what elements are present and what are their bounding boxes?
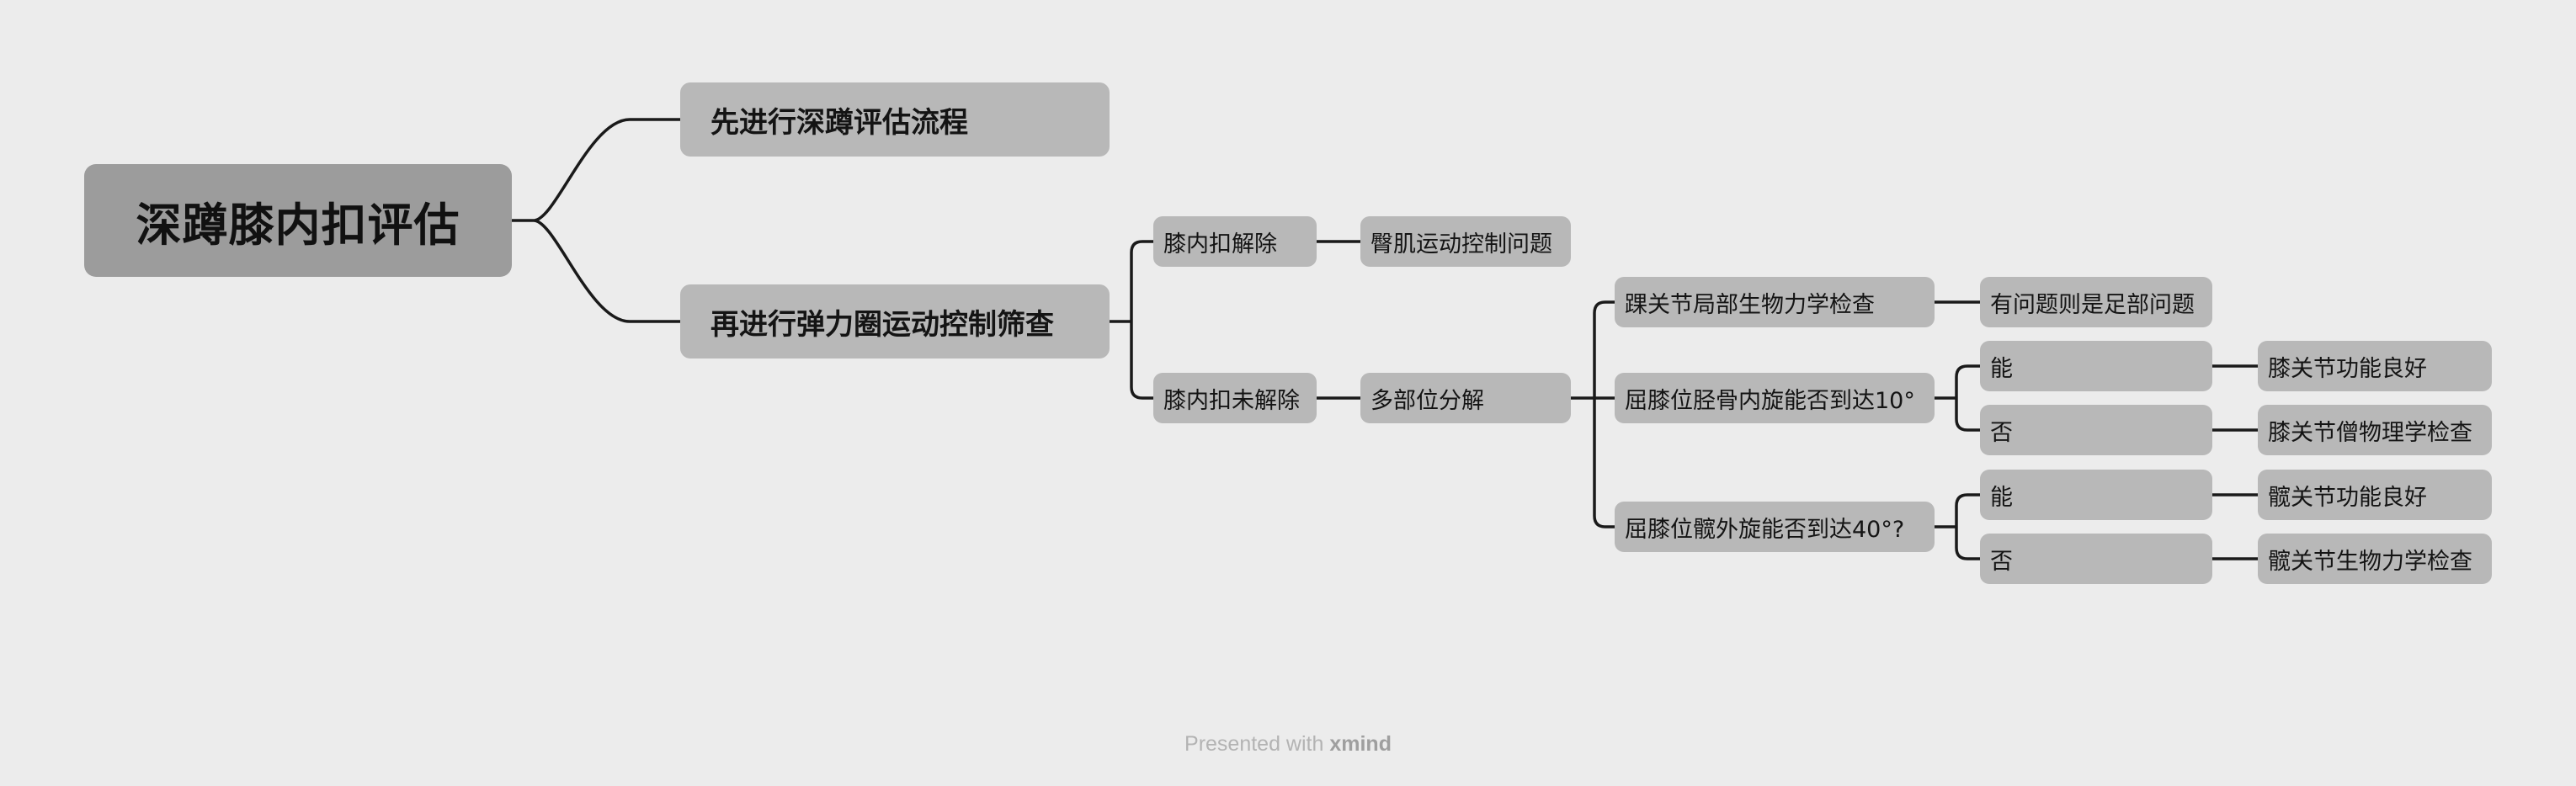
node-ankle-biomech-check[interactable]: 踝关节局部生物力学检查	[1615, 277, 1935, 327]
node-knee-biomech-check[interactable]: 膝关节僧物理学检查	[2258, 405, 2492, 455]
mindmap-canvas: 深蹲膝内扣评估 先进行深蹲评估流程 再进行弹力圈运动控制筛查 膝内扣解除 臀肌运…	[0, 0, 2576, 786]
connector-hip	[1933, 493, 1982, 560]
connector-tibial	[1933, 364, 1982, 432]
footer-prefix: Presented with	[1184, 732, 1324, 756]
node-knee-in-unresolved[interactable]: 膝内扣未解除	[1153, 373, 1317, 423]
connector-outcomes	[2211, 364, 2259, 560]
node-tibial-yes[interactable]: 能	[1980, 341, 2212, 391]
node-hip-function-good[interactable]: 髋关节功能良好	[2258, 470, 2492, 520]
node-knee-function-good[interactable]: 膝关节功能良好	[2258, 341, 2492, 391]
node-foot-problem[interactable]: 有问题则是足部问题	[1980, 277, 2212, 327]
node-tibial-rotation-question[interactable]: 屈膝位胫骨内旋能否到达10°	[1615, 373, 1935, 423]
node-hip-biomech-check[interactable]: 髋关节生物力学检查	[2258, 534, 2492, 584]
node-hip-no[interactable]: 否	[1980, 534, 2212, 584]
node-hip-rotation-question[interactable]: 屈膝位髋外旋能否到达40°?	[1615, 502, 1935, 552]
node-tibial-no[interactable]: 否	[1980, 405, 2212, 455]
connector-band-screen	[1108, 240, 1155, 400]
branch-band-screen[interactable]: 再进行弹力圈运动控制筛查	[680, 284, 1110, 358]
node-hip-yes[interactable]: 能	[1980, 470, 2212, 520]
xmind-watermark: Presented with xmind	[0, 732, 2576, 757]
node-glute-motor-control[interactable]: 臀肌运动控制问题	[1360, 216, 1571, 267]
root-node[interactable]: 深蹲膝内扣评估	[84, 164, 512, 277]
node-knee-in-resolved[interactable]: 膝内扣解除	[1153, 216, 1317, 267]
connector-root-branches	[510, 118, 682, 323]
node-multi-segment[interactable]: 多部位分解	[1360, 373, 1571, 423]
connector-multi-checks	[1569, 300, 1616, 528]
footer-brand: xmind	[1329, 732, 1392, 756]
branch-deep-squat[interactable]: 先进行深蹲评估流程	[680, 82, 1110, 157]
